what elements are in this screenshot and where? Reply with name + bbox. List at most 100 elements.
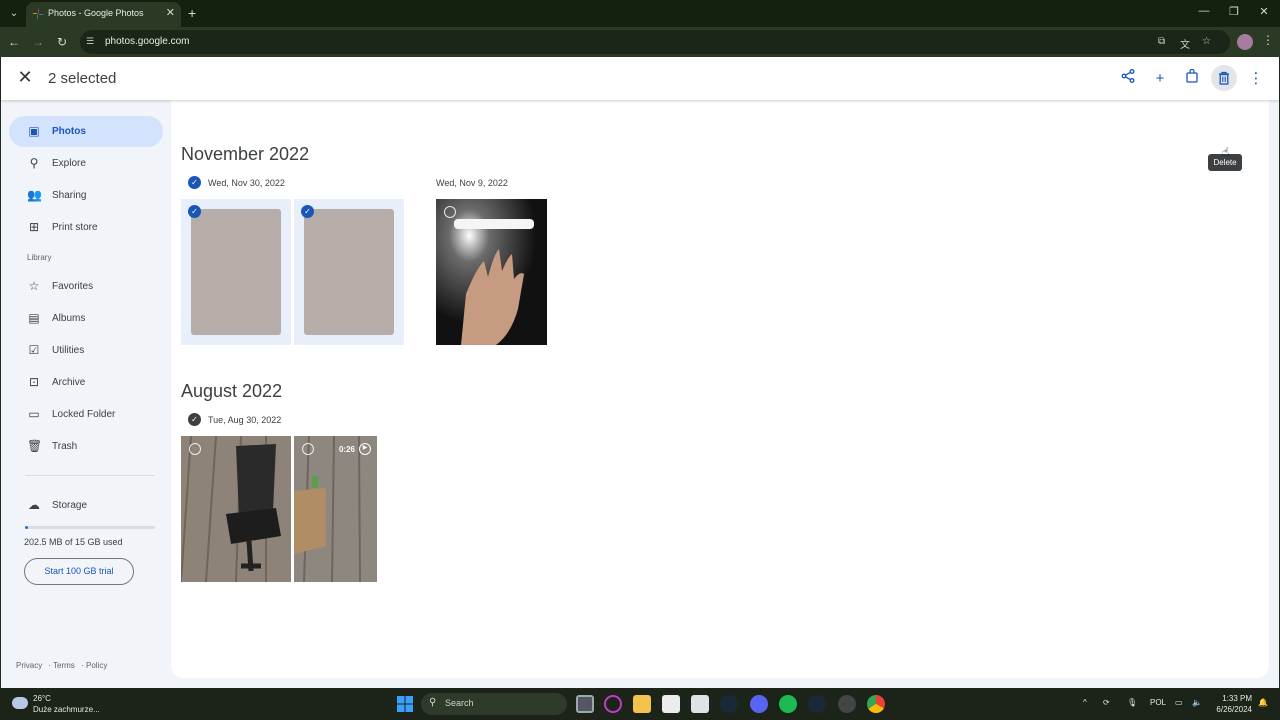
window-close-icon[interactable]: ✕	[1254, 5, 1274, 18]
new-tab-icon[interactable]: +	[188, 5, 196, 21]
notepad-icon[interactable]	[662, 695, 680, 713]
sidebar-item-trash[interactable]: 🗑 Trash	[9, 431, 163, 462]
back-icon[interactable]: ←	[6, 34, 22, 50]
sidebar-item-sharing[interactable]: 👥 Sharing	[9, 180, 163, 211]
steam-icon[interactable]	[720, 695, 738, 713]
trash-icon: 🗑	[27, 439, 43, 453]
people-icon: 👥	[27, 188, 42, 202]
photo-select-circle-icon[interactable]	[189, 443, 201, 455]
day-select-check-icon[interactable]: ✓	[188, 176, 201, 189]
photo-select-circle-icon[interactable]	[444, 206, 456, 218]
browser-menu-icon[interactable]: ⋮	[1262, 33, 1274, 47]
photo-thumbnail[interactable]: ✓	[294, 199, 404, 345]
shopping-bag-icon: ⊞	[28, 220, 40, 234]
shopping-bag-icon[interactable]	[1182, 68, 1202, 89]
site-info-icon[interactable]: ☰	[86, 36, 98, 48]
windows-start-icon[interactable]	[396, 695, 414, 713]
photo-thumbnail[interactable]	[436, 199, 547, 345]
more-options-icon[interactable]: ⋮	[1246, 69, 1266, 89]
profile-avatar[interactable]	[1237, 34, 1253, 50]
store-icon[interactable]	[691, 695, 709, 713]
sidebar-item-print-store[interactable]: ⊞ Print store	[9, 212, 163, 243]
sidebar-item-label: Storage	[52, 500, 88, 511]
photo-selected-check-icon[interactable]: ✓	[188, 205, 201, 218]
weather-cloud-icon[interactable]	[12, 697, 28, 709]
minimize-icon[interactable]: —	[1194, 5, 1214, 17]
bookmark-star-icon[interactable]: ☆	[1202, 36, 1211, 47]
microphone-icon[interactable]: 🎙	[1127, 698, 1137, 707]
delete-icon[interactable]	[1211, 65, 1237, 91]
month-heading: November 2022	[181, 144, 310, 164]
sidebar-item-albums[interactable]: ▤ Albums	[9, 303, 163, 334]
tab-search-icon[interactable]: ⌄	[6, 6, 22, 22]
reload-icon[interactable]: ↻	[54, 34, 70, 50]
close-selection-icon[interactable]: ✕	[15, 67, 35, 88]
date: 6/26/2024	[1216, 705, 1252, 714]
weather-description: Duże zachmurze...	[33, 705, 100, 714]
file-explorer-icon[interactable]	[633, 695, 651, 713]
sidebar-item-explore[interactable]: ⚲ Explore	[9, 148, 163, 179]
search-icon: ⚲	[29, 156, 39, 170]
spotify-icon[interactable]	[779, 695, 797, 713]
day-select-check-icon[interactable]: ✓	[188, 413, 201, 426]
clock[interactable]: 1:33 PM 6/26/2024	[1214, 693, 1252, 715]
photo-thumbnail[interactable]	[181, 436, 291, 582]
storage-progress-fill	[25, 526, 28, 529]
sidebar-item-archive[interactable]: ⊡ Archive	[9, 367, 163, 398]
sidebar-item-label: Albums	[52, 313, 86, 324]
show-hidden-icons[interactable]: ^	[1083, 698, 1087, 707]
taskbar: 26°C Duże zachmurze... ⚲ Search ^ ⟳ 🎙 PO…	[0, 688, 1280, 720]
sidebar-item-storage[interactable]: ☁ Storage	[9, 490, 163, 521]
share-icon[interactable]	[1118, 69, 1138, 89]
steam-icon-2[interactable]	[808, 695, 826, 713]
privacy-link[interactable]: Privacy	[16, 661, 42, 670]
photo-thumbnail[interactable]: ✓	[181, 199, 291, 345]
chrome-icon[interactable]	[867, 695, 885, 713]
day-date-label: Wed, Nov 30, 2022	[208, 178, 285, 188]
browser-tab[interactable]: Photos - Google Photos ✕	[26, 2, 181, 27]
mouse-pointer-icon: ☝	[1222, 145, 1230, 159]
album-icon: ▤	[28, 311, 40, 325]
day-date-label: Tue, Aug 30, 2022	[208, 415, 282, 425]
translate-icon[interactable]: 文	[1180, 36, 1190, 51]
photo-select-circle-icon[interactable]	[302, 443, 314, 455]
browser-toolbar: ← → ↻ ☰ photos.google.com ⧉ 文 ☆ ⋮	[0, 27, 1280, 57]
install-app-icon[interactable]: ⧉	[1158, 36, 1165, 47]
photo-selected-check-icon[interactable]: ✓	[301, 205, 314, 218]
app-circle-icon[interactable]	[604, 695, 622, 713]
photo-image	[181, 436, 291, 582]
network-icon[interactable]: ▭	[1175, 698, 1183, 707]
tab-close-icon[interactable]: ✕	[166, 6, 175, 19]
taskbar-search[interactable]: ⚲ Search	[421, 693, 567, 715]
sidebar-item-locked-folder[interactable]: ▭ Locked Folder	[9, 399, 163, 430]
policy-link[interactable]: Policy	[86, 661, 107, 670]
photo-image	[304, 209, 394, 335]
sidebar-item-label: Sharing	[52, 190, 87, 201]
search-icon: ⚲	[429, 697, 437, 708]
weather-widget[interactable]: 26°C Duże zachmurze...	[33, 693, 100, 715]
day-date-label: Wed, Nov 9, 2022	[436, 178, 508, 188]
add-to-icon[interactable]: +	[1150, 69, 1170, 89]
terms-link[interactable]: Terms	[53, 661, 75, 670]
temperature: 26°C	[33, 694, 51, 703]
restore-icon[interactable]: ❐	[1224, 5, 1244, 18]
discord-icon[interactable]	[750, 695, 768, 713]
video-duration: 0:26	[338, 445, 355, 454]
sidebar-item-utilities[interactable]: ☑ Utilities	[9, 335, 163, 366]
address-bar[interactable]: ☰ photos.google.com ⧉ 文 ☆	[80, 30, 1230, 54]
forward-icon[interactable]: →	[30, 34, 46, 50]
task-view-icon[interactable]	[576, 695, 594, 713]
notification-bell-icon[interactable]: 🔔	[1258, 698, 1268, 707]
obs-icon[interactable]	[838, 695, 856, 713]
sync-icon[interactable]: ⟳	[1103, 698, 1110, 707]
start-trial-button[interactable]: Start 100 GB trial	[24, 558, 134, 585]
sidebar-item-photos[interactable]: ▣ Photos	[9, 116, 163, 147]
sidebar-item-label: Explore	[52, 158, 86, 169]
sidebar-item-favorites[interactable]: ☆ Favorites	[9, 271, 163, 302]
input-language[interactable]: POL	[1150, 698, 1166, 707]
video-thumbnail[interactable]: 0:26 ▶	[294, 436, 377, 582]
star-icon: ☆	[28, 279, 40, 293]
sidebar-item-label: Locked Folder	[52, 409, 116, 420]
library-heading: Library	[27, 253, 52, 262]
volume-icon[interactable]: 🔈	[1192, 698, 1202, 707]
